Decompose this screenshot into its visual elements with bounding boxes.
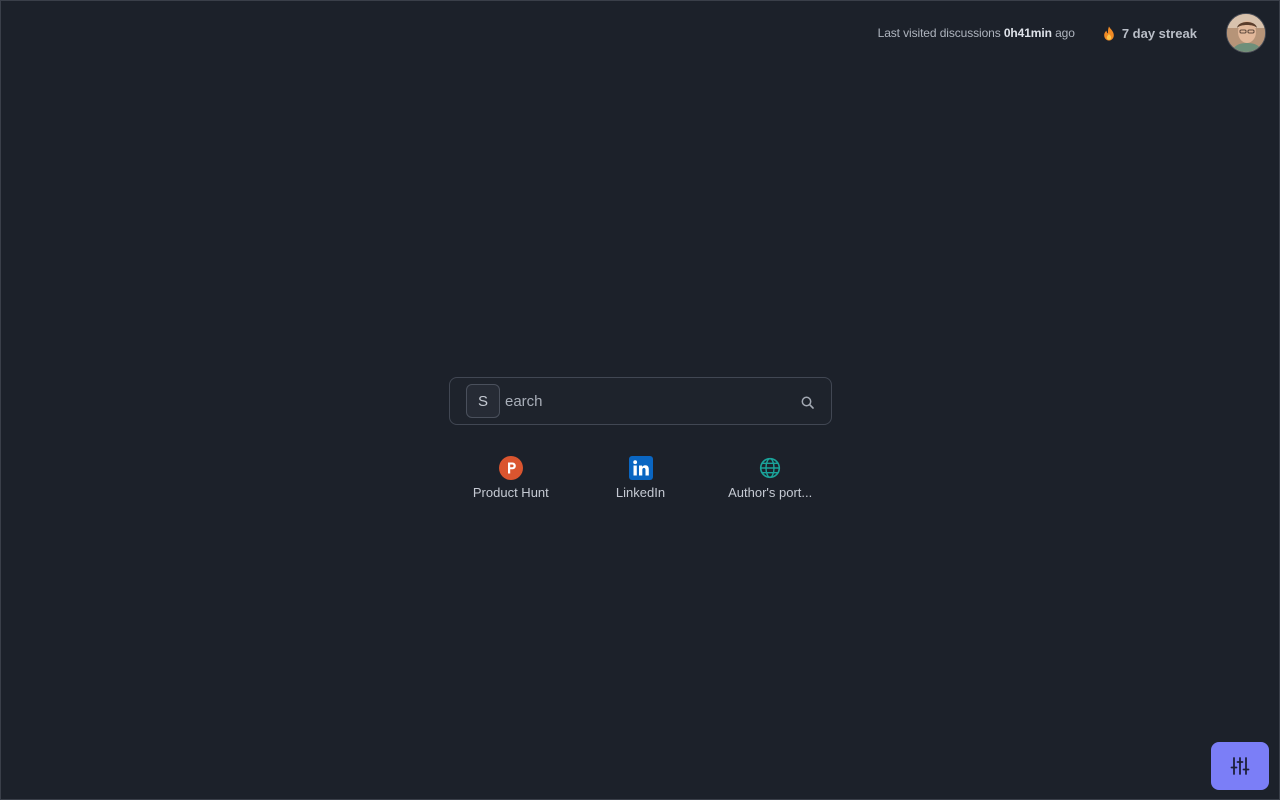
linkedin-icon [628,455,653,481]
product-hunt-icon [498,455,523,481]
flame-icon [1104,26,1114,40]
shortcut-label: Author's port... [728,485,813,500]
last-visited-suffix: ago [1051,26,1075,40]
shortcut-label: LinkedIn [615,485,666,500]
new-tab-page: Last visited discussions 0h41min ago 7 d… [0,0,1280,800]
globe-icon [758,455,782,481]
search-placeholder: earch [505,392,543,410]
avatar-image [1227,14,1265,52]
streak-badge[interactable]: 7 day streak [1103,26,1197,41]
top-bar: Last visited discussions 0h41min ago 7 d… [878,13,1266,53]
customize-settings-button[interactable] [1211,742,1269,790]
sliders-icon [1230,757,1250,775]
last-visited-prefix: Last visited discussions [877,26,1004,40]
shortcut-label: Product Hunt [472,485,549,500]
shortcut-links: Product Hunt LinkedIn Author's port... [449,455,832,500]
shortcut-linkedin[interactable]: LinkedIn [579,455,703,500]
search-icon[interactable] [799,394,815,410]
shortcut-product-hunt[interactable]: Product Hunt [449,455,573,500]
search-shortcut-key: S [466,384,500,418]
last-visited-discussions[interactable]: Last visited discussions 0h41min ago [878,26,1075,40]
shortcut-authors-portfolio[interactable]: Author's port... [708,455,832,500]
search-box[interactable]: S earch [449,377,832,425]
streak-label: 7 day streak [1121,25,1197,41]
user-avatar[interactable] [1226,13,1266,53]
last-visited-time: 0h41min [1003,26,1052,40]
